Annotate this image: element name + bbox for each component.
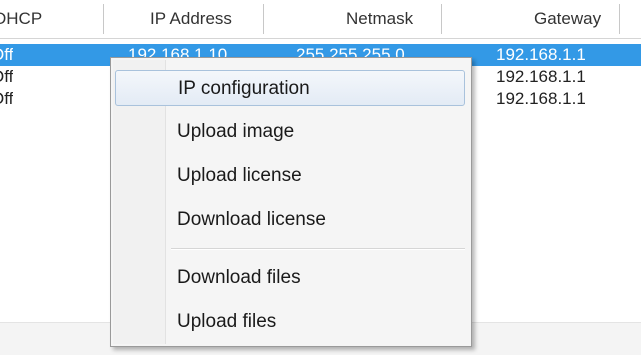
menu-item-upload-files[interactable]: Upload files	[115, 304, 465, 340]
cell-dhcp: Off	[0, 45, 14, 64]
cell-dhcp: Off	[0, 67, 14, 86]
column-divider[interactable]	[619, 4, 620, 34]
cell-gateway: 192.168.1.1	[496, 89, 586, 108]
column-header-netmask[interactable]: Netmask	[346, 6, 436, 32]
menu-item-label: Upload files	[177, 311, 277, 332]
column-divider[interactable]	[441, 4, 442, 34]
cell-gateway: 192.168.1.1	[496, 45, 586, 64]
list-header: DHCP IP Address Netmask Gateway	[0, 0, 641, 39]
menu-item-label: Upload image	[177, 121, 295, 142]
column-header-dhcp[interactable]: DHCP	[0, 6, 64, 32]
column-header-gateway[interactable]: Gateway	[534, 6, 614, 32]
column-header-ip-address[interactable]: IP Address	[150, 6, 262, 32]
menu-item-download-license[interactable]: Download license	[115, 202, 465, 238]
menu-item-ip-configuration[interactable]: IP configuration	[115, 70, 465, 106]
menu-separator	[171, 248, 465, 250]
menu-item-label: Download license	[177, 209, 326, 230]
menu-item-label: IP configuration	[178, 78, 310, 99]
menu-item-label: Upload license	[177, 165, 302, 186]
cell-gateway: 192.168.1.1	[496, 67, 586, 86]
menu-item-label: Download files	[177, 267, 301, 288]
menu-item-download-files[interactable]: Download files	[115, 260, 465, 296]
menu-item-upload-image[interactable]: Upload image	[115, 114, 465, 150]
column-divider[interactable]	[263, 4, 264, 34]
context-menu: IP configuration Upload image Upload lic…	[110, 57, 472, 347]
cell-dhcp: Off	[0, 89, 14, 108]
column-divider[interactable]	[103, 4, 104, 34]
menu-item-upload-license[interactable]: Upload license	[115, 158, 465, 194]
